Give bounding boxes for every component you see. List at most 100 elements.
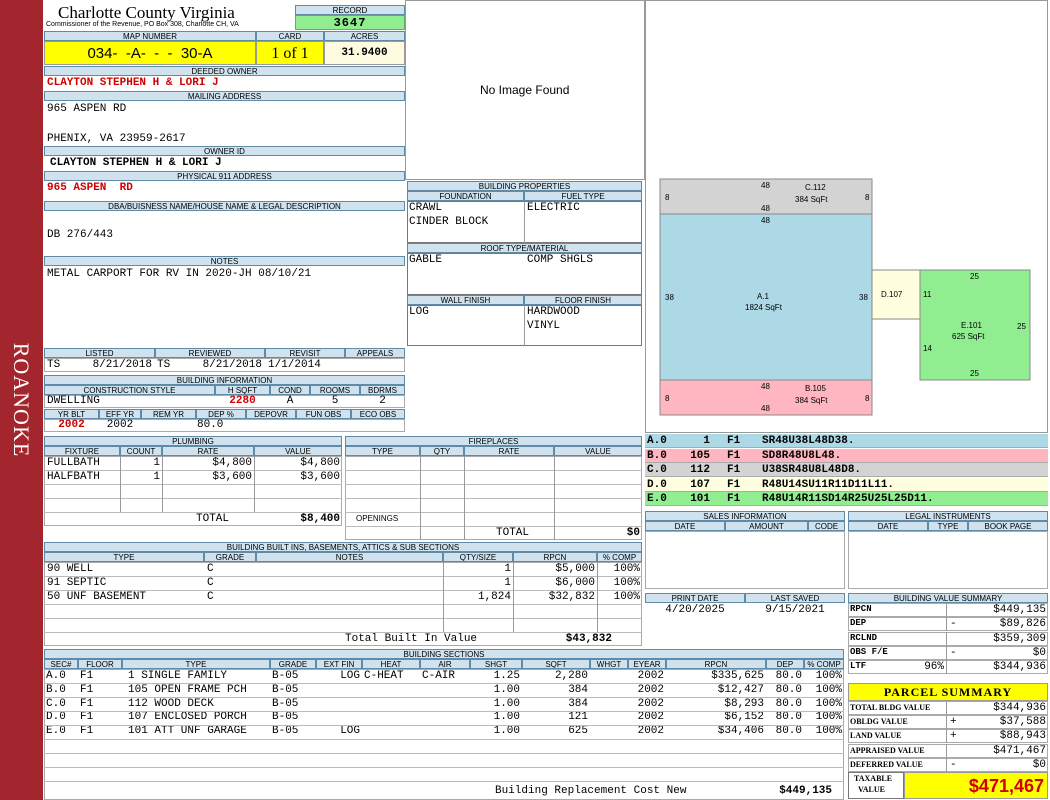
dep-header: DEP % (196, 409, 246, 419)
bvs-sign: - (950, 618, 957, 631)
builtins-grade: C (207, 563, 214, 575)
county-title: Charlotte County Virginia (58, 3, 235, 22)
parcel-label: OBLDG VALUE (850, 717, 908, 727)
plumbing-fixture: FULLBATH (47, 457, 100, 469)
foundation-line1: CRAWL (409, 202, 443, 214)
bdrms-header: BDRMS (360, 385, 405, 395)
parcel-label: APPRAISED VALUE (850, 745, 925, 755)
cond-value: A (286, 395, 294, 407)
legal-instruments-header: LEGAL INSTRUMENTS (848, 511, 1048, 521)
section-type: 107 ENCLOSED PORCH (128, 711, 247, 724)
print-date: 4/20/2025 (665, 604, 725, 616)
plumbing-fixture: HALFBATH (47, 471, 100, 483)
record-header: RECORD (295, 5, 405, 15)
sections-col-comp: % COMP (804, 659, 844, 669)
sections-col-sec: SEC# (44, 659, 78, 669)
fireplace-value-header: VALUE (554, 446, 642, 456)
acres-value: 31.9400 (324, 41, 405, 65)
reviewed-header: REVIEWED (155, 348, 265, 358)
yrblt-header: YR BLT (44, 409, 99, 419)
builtins-type: 91 SEPTIC (47, 577, 107, 589)
svg-text:25: 25 (1017, 322, 1026, 331)
sections-col-dep: DEP (766, 659, 804, 669)
listed-header: LISTED (44, 348, 155, 358)
map-number: 034- -A- - - 30-A (44, 41, 256, 65)
sales-header: SALES INFORMATION (645, 511, 845, 521)
section-dep: 80.0 (775, 697, 802, 710)
sketch-code-path: SR48U38L48D38. (762, 435, 855, 447)
section-sec: B.0 (46, 683, 66, 696)
sections-total: $449,135 (779, 785, 832, 797)
section-shgt: 1.25 (493, 670, 520, 682)
mailing-address-line2: PHENIX, VA 23959-2617 (47, 133, 186, 145)
section-rpcn: $335,625 (711, 670, 764, 682)
bvs-value: $359,309 (993, 632, 1046, 645)
section-floor: F1 (80, 697, 94, 710)
svg-text:1824 SqFt: 1824 SqFt (745, 303, 783, 312)
section-floor: F1 (80, 683, 94, 696)
section-grade: B-05 (272, 725, 299, 738)
builtins-grade-header: GRADE (204, 552, 256, 562)
revisit-header: REVISIT (265, 348, 345, 358)
section-air: C-AIR (422, 670, 456, 682)
wall-finish-header: WALL FINISH (407, 295, 524, 305)
li-bookpage-header: BOOK PAGE (968, 521, 1048, 531)
sections-total-label: Building Replacement Cost New (495, 785, 687, 797)
last-saved: 9/15/2021 (765, 604, 825, 616)
listed-date: 8/21/2018 (92, 359, 152, 371)
parcel-summary-header: PARCEL SUMMARY (848, 683, 1048, 701)
bvs-label: RPCN (850, 604, 872, 614)
sections-col-eyear: EYEAR (628, 659, 666, 669)
svg-text:48: 48 (761, 204, 770, 213)
svg-text:11: 11 (923, 290, 932, 299)
section-dep: 80.0 (775, 725, 802, 738)
section-shgt: 1.00 (493, 711, 520, 724)
section-comp: 100% (815, 711, 842, 724)
roof-type: GABLE (409, 254, 443, 266)
floor-finish-header: FLOOR FINISH (524, 295, 642, 305)
sales-amount-header: AMOUNT (725, 521, 808, 531)
rooms-header: ROOMS (310, 385, 360, 395)
li-date-header: DATE (848, 521, 928, 531)
section-shgt: 1.00 (493, 697, 520, 710)
card-number: 1 of 1 (256, 41, 324, 65)
sketch-label-c: C.112 (805, 183, 826, 192)
taxable-value: $471,467 (904, 772, 1048, 799)
sketch-code: A.0 (647, 435, 667, 447)
plumbing-value: $4,800 (300, 457, 340, 469)
svg-text:8: 8 (665, 394, 670, 403)
section-extfin: LOG (340, 725, 360, 738)
sections-col-type: TYPE (122, 659, 270, 669)
section-grade: B-05 (272, 711, 299, 724)
sections-col-sqft: SQFT (522, 659, 590, 669)
sales-code-header: CODE (808, 521, 845, 531)
section-shgt: 1.00 (493, 725, 520, 738)
sketch-code-floor: F1 (727, 478, 741, 491)
sketch-code-floor: F1 (727, 449, 741, 462)
section-heat: C-HEAT (364, 670, 404, 682)
print-date-header: PRINT DATE (645, 593, 745, 603)
fireplace-type-header: TYPE (345, 446, 420, 456)
plumbing-value-header: VALUE (254, 446, 342, 456)
legal-instruments-grid (848, 531, 1048, 589)
section-type: 112 WOOD DECK (128, 697, 214, 710)
section-eyear: 2002 (637, 670, 664, 682)
effyr-header: EFF YR (99, 409, 141, 419)
appeals-header: APPEALS (345, 348, 405, 358)
sketch-code-path: U38SR48U8L48D8. (762, 464, 862, 477)
record-number: 3647 (295, 15, 405, 30)
plumbing-total-label: TOTAL (196, 513, 230, 525)
fireplace-rate-header: RATE (464, 446, 554, 456)
sketch-code-floor: F1 (727, 464, 741, 477)
svg-text:384 SqFt: 384 SqFt (795, 195, 828, 204)
svg-text:48: 48 (761, 404, 770, 413)
section-type: 101 ATT UNF GARAGE (128, 725, 247, 738)
builtins-qty: 1 (504, 577, 511, 589)
bvs-label: OBS F/E (850, 646, 888, 657)
svg-text:25: 25 (970, 272, 979, 281)
sketch-code: D.0 (647, 478, 667, 491)
builtins-total-label: Total Built In Value (345, 633, 478, 645)
builtins-qty-header: QTY/SIZE (443, 552, 513, 562)
dep-value: 80.0 (197, 419, 224, 431)
section-type: 105 OPEN FRAME PCH (128, 683, 247, 696)
